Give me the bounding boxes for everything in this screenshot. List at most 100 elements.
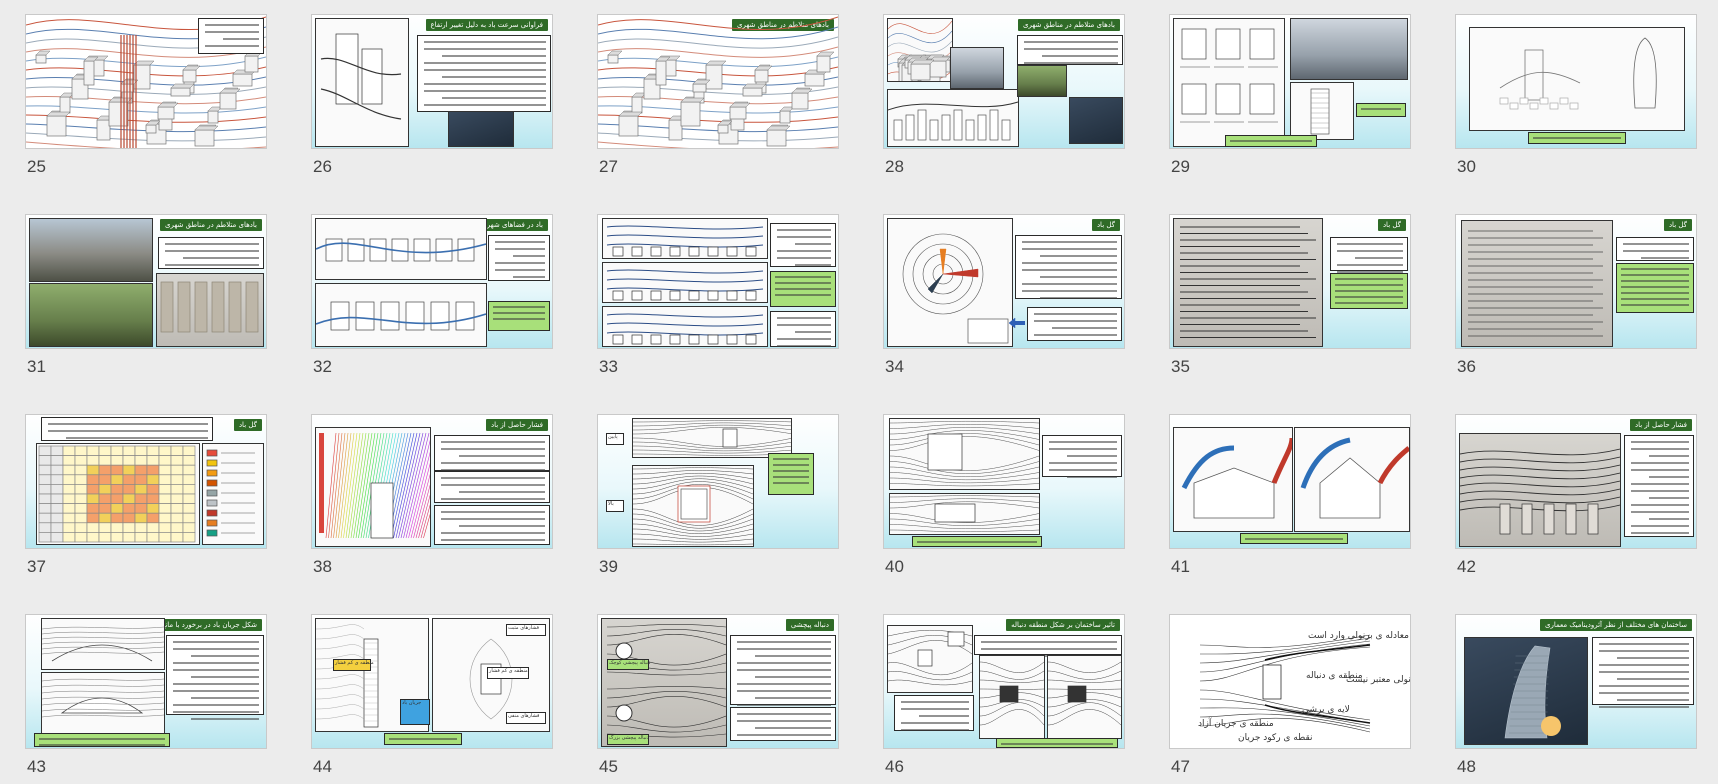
slide-title: شکل جریان باد در برخورد با مانع — [156, 619, 262, 631]
slide-number: 45 — [599, 757, 618, 776]
illustration — [980, 661, 1044, 726]
slide-preview[interactable]: منطقه ی کم فشار منطقه ی کم فشار فشارهای مث… — [311, 614, 553, 749]
slide-title: گل باد — [233, 419, 262, 431]
slide-number: 33 — [599, 357, 618, 376]
slide-element — [602, 218, 768, 259]
text-block — [488, 235, 550, 281]
slide-thumbnail-48[interactable]: ساختمان های مختلف از نظر آئرودینامیک معم… — [1455, 614, 1697, 784]
slide-preview[interactable]: شکل جریان باد در برخورد با مانع — [25, 614, 267, 749]
diagram-label: منطقه ی جریان آزاد — [1198, 719, 1274, 729]
diagram-label: فشارهای مثبت — [508, 625, 540, 631]
callout-box — [768, 453, 814, 495]
slide-preview[interactable]: گل باد — [25, 414, 267, 549]
slide-thumbnail-26[interactable]: فراوانی سرعت باد به دلیل تغییر ارتفاع 26 — [311, 14, 553, 184]
slide-preview[interactable]: بادهای متلاطم در مناطق شهری — [883, 14, 1125, 149]
slide-element: فشارهای منفی — [506, 712, 546, 724]
slide-preview[interactable] — [597, 214, 839, 349]
slide-thumbnail-43[interactable]: شکل جریان باد در برخورد با مانع 43 — [25, 614, 267, 784]
diagram-label: منطقه ی کم فشار — [489, 668, 528, 674]
slide-preview[interactable]: ساختمان های مختلف از نظر آئرودینامیک معم… — [1455, 614, 1697, 749]
illustration — [319, 432, 430, 539]
slide-preview[interactable]: باد در فضاهای شهری — [311, 214, 553, 349]
slide-element: دنباله پیچشی بزرگ — [607, 734, 649, 745]
text-block — [166, 635, 264, 720]
slide-preview[interactable] — [1169, 14, 1411, 149]
illustration — [1499, 37, 1657, 110]
illustration — [606, 313, 764, 345]
slide-title: دنباله پیچشی — [785, 619, 834, 631]
slide-thumbnail-31[interactable]: بادهای متلاطم در مناطق شهری 31 — [25, 214, 267, 384]
slide-preview[interactable]: بادهای متلاطم در مناطق شهری — [597, 14, 839, 149]
slide-thumbnail-39[interactable]: پایین بالا 39 — [597, 414, 839, 584]
slide-thumbnail-42[interactable]: فشار حاصل از باد 42 — [1455, 414, 1697, 584]
slide-preview[interactable]: پایین بالا — [597, 414, 839, 549]
slide-number: 36 — [1457, 357, 1476, 376]
slide-thumbnail-47[interactable]: معادله ی برنولی وارد استمنطقه ی دنبالهمع… — [1169, 614, 1411, 784]
slide-preview[interactable] — [883, 414, 1125, 549]
slide-thumbnail-46[interactable]: تاثیر ساختمان بر شکل منطقه دنباله 46 — [883, 614, 1125, 784]
slide-thumbnail-28[interactable]: بادهای متلاطم در مناطق شهری 28 — [883, 14, 1125, 184]
slide-thumbnail-35[interactable]: گل باد 35 — [1169, 214, 1411, 384]
illustration — [890, 495, 1039, 533]
slide-preview[interactable] — [1455, 14, 1697, 149]
slide-thumbnail-44[interactable]: منطقه ی کم فشار منطقه ی کم فشار فشارهای مث… — [311, 614, 553, 784]
slide-thumbnail-29[interactable]: 29 — [1169, 14, 1411, 184]
slide-thumbnail-33[interactable]: 33 — [597, 214, 839, 384]
slide-preview[interactable]: تاثیر ساختمان بر شکل منطقه دنباله — [883, 614, 1125, 749]
text-block — [1330, 237, 1408, 273]
slide-preview[interactable]: فشار حاصل از باد — [311, 414, 553, 549]
callout-box — [1330, 273, 1408, 309]
slide-element — [29, 283, 153, 347]
callout-box — [770, 271, 836, 307]
slide-thumbnail-27[interactable]: بادهای متلاطم در مناطق شهری 27 — [597, 14, 839, 184]
slide-preview[interactable] — [1169, 414, 1411, 549]
slide-thumbnail-32[interactable]: باد در فضاهای شهری 32 — [311, 214, 553, 384]
illustration — [316, 238, 486, 262]
illustration — [888, 20, 952, 81]
slide-element — [887, 89, 1019, 147]
text-block — [730, 635, 836, 706]
slide-element — [1464, 637, 1588, 745]
text-block — [1042, 435, 1122, 478]
slide-title: تاثیر ساختمان بر شکل منطقه دنباله — [1006, 619, 1120, 631]
slide-number: 28 — [885, 157, 904, 176]
slide-preview[interactable]: فشار حاصل از باد — [1455, 414, 1697, 549]
slide-thumbnail-37[interactable]: گل باد 37 — [25, 414, 267, 584]
slide-element — [1047, 655, 1122, 739]
slide-element: دنباله پیچشی کوچک — [607, 659, 650, 670]
slide-preview[interactable] — [25, 14, 267, 149]
slide-preview[interactable]: دنباله پیچشی دنباله پیچشی کوچک دنباله پیچش… — [597, 614, 839, 749]
slide-element — [950, 47, 1004, 89]
text-block — [434, 471, 550, 503]
diagram-label: بالا — [608, 501, 614, 507]
slide-thumbnail-34[interactable]: گل باد 34 — [883, 214, 1125, 384]
slide-sorter-grid: 25 فراوانی سرعت باد به دلیل تغییر ارتفاع 2… — [0, 0, 1718, 781]
slide-thumbnail-38[interactable]: فشار حاصل از باد 38 — [311, 414, 553, 584]
slide-element — [36, 443, 200, 545]
slide-preview[interactable]: فراوانی سرعت باد به دلیل تغییر ارتفاع — [311, 14, 553, 149]
slide-thumbnail-41[interactable]: 41 — [1169, 414, 1411, 584]
slide-thumbnail-36[interactable]: گل باد 36 — [1455, 214, 1697, 384]
slide-element — [448, 111, 514, 147]
slide-element — [602, 262, 768, 303]
slide-element — [315, 427, 431, 547]
slide-preview[interactable]: معادله ی برنولی وارد استمنطقه ی دنبالهمع… — [1169, 614, 1411, 749]
slide-thumbnail-30[interactable]: 30 — [1455, 14, 1697, 184]
slide-preview[interactable]: گل باد — [883, 214, 1125, 349]
slide-title: فشار حاصل از باد — [1629, 419, 1692, 431]
illustration — [1180, 28, 1278, 123]
illustration — [206, 449, 255, 537]
slide-preview[interactable]: گل باد — [1455, 214, 1697, 349]
illustration — [1008, 317, 1025, 329]
slide-element — [29, 218, 153, 282]
slide-number: 32 — [313, 357, 332, 376]
slide-element — [889, 493, 1040, 535]
slide-element: جریان باد — [400, 699, 430, 725]
slide-thumbnail-45[interactable]: دنباله پیچشی دنباله پیچشی کوچک دنباله پیچش… — [597, 614, 839, 784]
slide-thumbnail-40[interactable]: 40 — [883, 414, 1125, 584]
slide-preview[interactable]: گل باد — [1169, 214, 1411, 349]
slide-preview[interactable]: بادهای متلاطم در مناطق شهری — [25, 214, 267, 349]
slide-element — [1173, 218, 1323, 347]
callout-box — [1528, 132, 1626, 144]
slide-thumbnail-25[interactable]: 25 — [25, 14, 267, 184]
